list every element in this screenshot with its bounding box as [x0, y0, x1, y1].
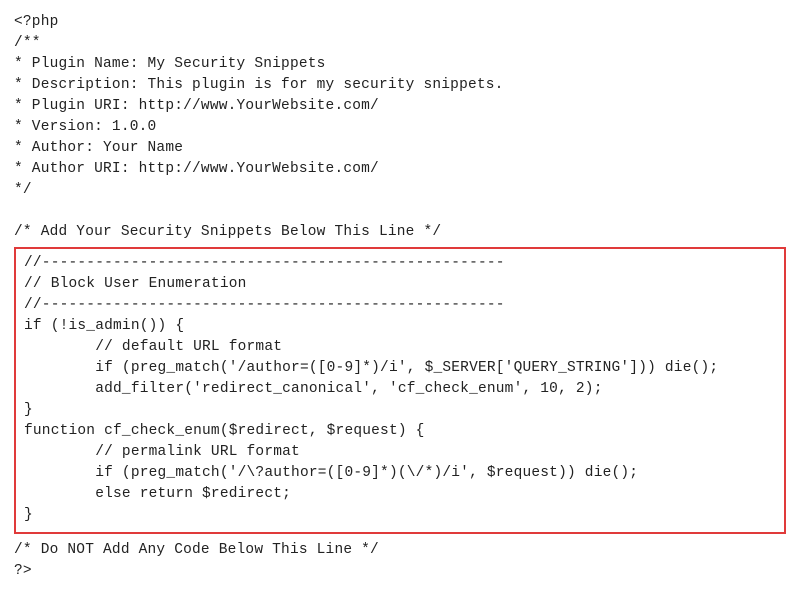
code-snippet: //--------------------------------------… [24, 253, 776, 526]
code-line: * Author URI: http://www.YourWebsite.com… [14, 161, 379, 177]
code-line: if (preg_match('/\?author=([0-9]*)(\/*)/… [24, 465, 638, 481]
code-header: <?php /** * Plugin Name: My Security Sni… [14, 12, 786, 243]
code-line: } [24, 402, 33, 418]
code-line: * Plugin Name: My Security Snippets [14, 56, 326, 72]
code-line: * Version: 1.0.0 [14, 119, 156, 135]
code-line: add_filter('redirect_canonical', 'cf_che… [24, 381, 603, 397]
code-line: //--------------------------------------… [24, 297, 505, 313]
code-footer: /* Do NOT Add Any Code Below This Line *… [14, 540, 786, 582]
code-line: else return $redirect; [24, 486, 291, 502]
code-line: // Block User Enumeration [24, 276, 247, 292]
code-line: //--------------------------------------… [24, 255, 505, 271]
code-line: if (!is_admin()) { [24, 318, 184, 334]
code-line: // default URL format [24, 339, 282, 355]
code-line: ?> [14, 563, 32, 579]
code-line: /* Do NOT Add Any Code Below This Line *… [14, 542, 379, 558]
code-line: } [24, 507, 33, 523]
code-line: <?php [14, 14, 59, 30]
highlighted-code-box: //--------------------------------------… [14, 247, 786, 534]
code-line: // permalink URL format [24, 444, 300, 460]
code-line: * Description: This plugin is for my sec… [14, 77, 504, 93]
code-line: * Plugin URI: http://www.YourWebsite.com… [14, 98, 379, 114]
code-line: function cf_check_enum($redirect, $reque… [24, 423, 425, 439]
code-line: * Author: Your Name [14, 140, 183, 156]
code-line: if (preg_match('/author=([0-9]*)/i', $_S… [24, 360, 718, 376]
code-line: */ [14, 182, 32, 198]
code-line: /* Add Your Security Snippets Below This… [14, 224, 441, 240]
code-line: /** [14, 35, 41, 51]
